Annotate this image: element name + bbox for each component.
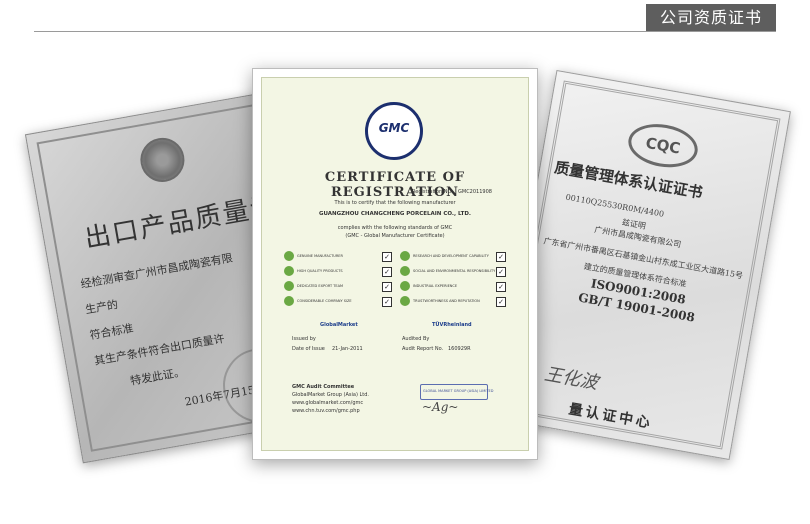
standard-label: CONSIDERABLE COMPANY SIZE bbox=[297, 299, 352, 303]
standards-row: DEDICATED EXPORT TEAM ✓ INDUSTRIAL EXPER… bbox=[284, 280, 508, 293]
standard-label: GENUINE MANUFACTURER bbox=[297, 254, 343, 258]
check-icon: ✓ bbox=[496, 252, 506, 262]
standard-label: DEDICATED EXPORT TEAM bbox=[297, 284, 344, 288]
standard-label: HIGH QUALITY PRODUCTS bbox=[297, 269, 343, 273]
stamp-text: GLOBAL MARKET GROUP (ASIA) LIMITED bbox=[423, 389, 494, 393]
industrial-experience-icon bbox=[400, 281, 410, 291]
certificate-paper: GMC CERTIFICATE OF REGISTRATION Registra… bbox=[261, 77, 529, 451]
gmc-logo-icon: GMC bbox=[365, 102, 423, 160]
gmc-url: www.globalmarket.com/gmc bbox=[292, 400, 364, 406]
audit-report-label: Audit Report No. bbox=[402, 346, 444, 352]
check-icon: ✓ bbox=[496, 297, 506, 307]
gmc-certificate: GMC CERTIFICATE OF REGISTRATION Registra… bbox=[252, 68, 538, 460]
standards-row: GENUINE MANUFACTURER ✓ RESEARCH AND DEVE… bbox=[284, 250, 508, 263]
registration-label: Registration NO. bbox=[412, 189, 453, 195]
tuv-logo: TÜVRheinland bbox=[432, 322, 472, 328]
company-size-icon bbox=[284, 296, 294, 306]
check-icon: ✓ bbox=[382, 297, 392, 307]
globalmarket-logo: GlobalMarket bbox=[320, 322, 358, 328]
date-label: Date of Issue bbox=[292, 346, 325, 352]
standard-label: INDUSTRIAL EXPERIENCE bbox=[413, 284, 458, 288]
audit-report-number: 160929R bbox=[448, 346, 471, 352]
certificate-title: CERTIFICATE OF REGISTRATION bbox=[324, 170, 466, 200]
tuv-url: www.chn.tuv.com/gmc.php bbox=[292, 408, 360, 414]
check-icon: ✓ bbox=[496, 267, 506, 277]
check-icon: ✓ bbox=[382, 282, 392, 292]
registration-number: GMC2011908 bbox=[458, 189, 492, 195]
audited-by-label: Audited By bbox=[402, 336, 430, 342]
company-stamp: GLOBAL MARKET GROUP (ASIA) LIMITED bbox=[420, 384, 493, 400]
genuine-manufacturer-icon bbox=[284, 251, 294, 261]
committee-org: GlobalMarket Group (Asia) Ltd. bbox=[292, 392, 370, 398]
certify-text: This is to certify that the following ma… bbox=[334, 200, 456, 206]
issue-date: 21-Jan-2011 bbox=[332, 346, 363, 352]
check-icon: ✓ bbox=[382, 252, 392, 262]
research-icon bbox=[400, 251, 410, 261]
social-responsibility-icon bbox=[400, 266, 410, 276]
header-divider bbox=[34, 31, 776, 32]
gmc-logo-text: GMC bbox=[378, 121, 410, 135]
section-tag: 公司资质证书 bbox=[646, 4, 776, 31]
check-icon: ✓ bbox=[496, 282, 506, 292]
company-name: GUANGZHOU CHANGCHENG PORCELAIN CO., LTD. bbox=[318, 211, 472, 217]
issued-by-label: Issued by bbox=[292, 336, 316, 342]
standard-label: SOCIAL AND ENVIRONMENTAL RESPONSIBILITY bbox=[413, 269, 496, 273]
signature: ~Ag~ bbox=[422, 400, 459, 414]
standard-label: TRUSTWORTHINESS AND REPUTATION bbox=[413, 299, 480, 303]
quality-products-icon bbox=[284, 266, 294, 276]
quality-management-system-certificate: CQC 质量管理体系认证证书 00110Q25530R0M/4400 兹证明 广… bbox=[495, 70, 791, 460]
committee-name: GMC Audit Committee bbox=[292, 384, 355, 390]
check-icon: ✓ bbox=[382, 267, 392, 277]
standards-grid: GENUINE MANUFACTURER ✓ RESEARCH AND DEVE… bbox=[284, 250, 508, 310]
complies-text: complies with the following standards of… bbox=[337, 225, 453, 231]
export-team-icon bbox=[284, 281, 294, 291]
standards-row: CONSIDERABLE COMPANY SIZE ✓ TRUSTWORTHIN… bbox=[284, 295, 508, 308]
standard-label: RESEARCH AND DEVELOPMENT CAPABILITY bbox=[413, 254, 489, 258]
complies-subtext: (GMC - Global Manufacturer Certificate) bbox=[345, 233, 445, 239]
reputation-icon bbox=[400, 296, 410, 306]
standards-row: HIGH QUALITY PRODUCTS ✓ SOCIAL AND ENVIR… bbox=[284, 265, 508, 278]
